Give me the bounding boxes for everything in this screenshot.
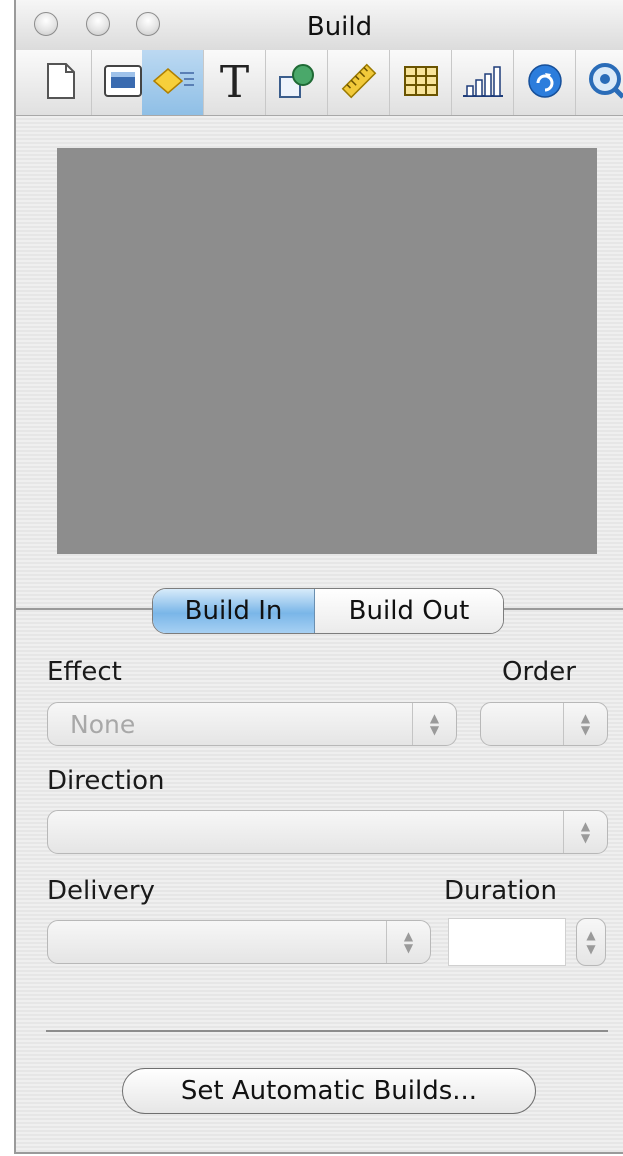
slide-icon	[103, 64, 143, 102]
duration-field[interactable]	[448, 918, 566, 966]
stepper-up-icon: ▲	[586, 928, 596, 942]
order-popup[interactable]: ▲ ▼	[480, 702, 608, 746]
build-in-tab[interactable]: Build In	[153, 589, 315, 633]
popup-arrows-icon: ▲ ▼	[563, 811, 607, 853]
hyperlink-icon	[526, 62, 564, 104]
inspector-toolbar: T	[16, 50, 623, 116]
document-icon	[46, 62, 76, 104]
hyperlink-inspector-button[interactable]	[514, 50, 576, 115]
table-inspector-button[interactable]	[390, 50, 452, 115]
text-inspector-button[interactable]: T	[204, 50, 266, 115]
build-preview	[57, 148, 597, 554]
build-icon	[150, 61, 196, 105]
window-title: Build	[306, 12, 373, 42]
text-icon: T	[219, 57, 250, 108]
title-bar: Build	[16, 0, 623, 50]
build-inspector-window: Build T Build In Build Out Effect Order …	[14, 0, 623, 1154]
delivery-label: Delivery	[47, 876, 155, 906]
order-label: Order	[502, 657, 576, 687]
graphic-inspector-button[interactable]	[266, 50, 328, 115]
table-icon	[403, 65, 439, 101]
effect-popup[interactable]: None ▲ ▼	[47, 702, 457, 746]
direction-label: Direction	[47, 766, 165, 796]
document-inspector-button[interactable]	[30, 50, 92, 115]
duration-label: Duration	[444, 876, 557, 906]
duration-stepper[interactable]: ▲ ▼	[576, 918, 606, 966]
popup-arrows-icon: ▲ ▼	[563, 703, 607, 745]
stepper-down-icon: ▼	[586, 942, 596, 956]
direction-popup[interactable]: ▲ ▼	[47, 810, 608, 854]
popup-arrows-icon: ▲ ▼	[412, 703, 456, 745]
build-segmented-control: Build In Build Out	[152, 588, 504, 634]
effect-label: Effect	[47, 657, 122, 687]
delivery-popup[interactable]: ▲ ▼	[47, 920, 431, 964]
quicktime-icon	[587, 61, 623, 105]
quicktime-inspector-button[interactable]	[576, 50, 623, 115]
chart-inspector-button[interactable]	[452, 50, 514, 115]
shapes-icon	[277, 61, 317, 105]
popup-arrows-icon: ▲ ▼	[386, 921, 430, 963]
build-out-tab[interactable]: Build Out	[315, 589, 503, 633]
chart-icon	[461, 64, 505, 102]
divider	[46, 1030, 608, 1032]
metrics-inspector-button[interactable]	[328, 50, 390, 115]
set-automatic-builds-button[interactable]: Set Automatic Builds...	[122, 1068, 536, 1114]
build-inspector-button[interactable]	[142, 50, 204, 115]
effect-value: None	[70, 710, 136, 739]
ruler-icon	[340, 62, 378, 104]
